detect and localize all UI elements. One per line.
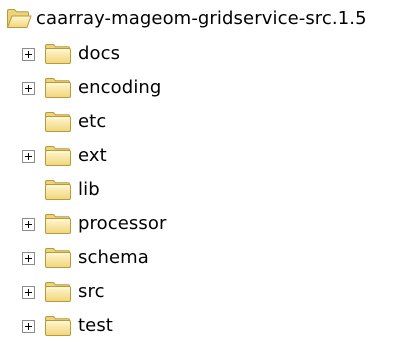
expand-plus-icon[interactable] — [22, 319, 35, 333]
tree-item-label: lib — [78, 179, 100, 200]
folder-icon — [44, 213, 72, 235]
expand-plus-icon[interactable] — [22, 251, 35, 265]
tree-root-node[interactable]: caarray-mageom-gridservice-src.1.5 — [6, 4, 367, 34]
tree-item-label: schema — [78, 247, 149, 268]
tree-item-label: encoding — [78, 77, 162, 98]
tree-item-label: etc — [78, 111, 107, 132]
tree-root-label: caarray-mageom-gridservice-src.1.5 — [36, 8, 367, 29]
tree-item-label: test — [78, 315, 113, 336]
tree-item-processor[interactable]: processor — [22, 209, 166, 239]
folder-tree: caarray-mageom-gridservice-src.1.5 docs … — [0, 0, 403, 343]
folder-icon — [44, 281, 72, 303]
tree-item-lib[interactable]: lib — [22, 175, 100, 205]
tree-item-docs[interactable]: docs — [22, 39, 120, 69]
folder-icon — [44, 179, 72, 201]
folder-open-icon — [6, 8, 32, 30]
tree-item-label: processor — [78, 213, 167, 234]
expand-plus-icon[interactable] — [22, 217, 35, 231]
folder-icon — [44, 77, 72, 99]
expand-plus-icon[interactable] — [22, 149, 35, 163]
tree-item-test[interactable]: test — [22, 311, 113, 341]
folder-icon — [44, 247, 72, 269]
tree-item-label: ext — [78, 145, 107, 166]
tree-item-label: src — [78, 281, 105, 302]
folder-icon — [44, 315, 72, 337]
tree-item-label: docs — [78, 43, 121, 64]
expand-plus-icon[interactable] — [22, 81, 35, 95]
folder-icon — [44, 145, 72, 167]
tree-item-encoding[interactable]: encoding — [22, 73, 161, 103]
tree-item-src[interactable]: src — [22, 277, 105, 307]
tree-item-etc[interactable]: etc — [22, 107, 106, 137]
folder-icon — [44, 111, 72, 133]
tree-item-ext[interactable]: ext — [22, 141, 107, 171]
expand-plus-icon[interactable] — [22, 285, 35, 299]
folder-icon — [44, 43, 72, 65]
tree-item-schema[interactable]: schema — [22, 243, 149, 273]
expand-plus-icon[interactable] — [22, 47, 35, 61]
